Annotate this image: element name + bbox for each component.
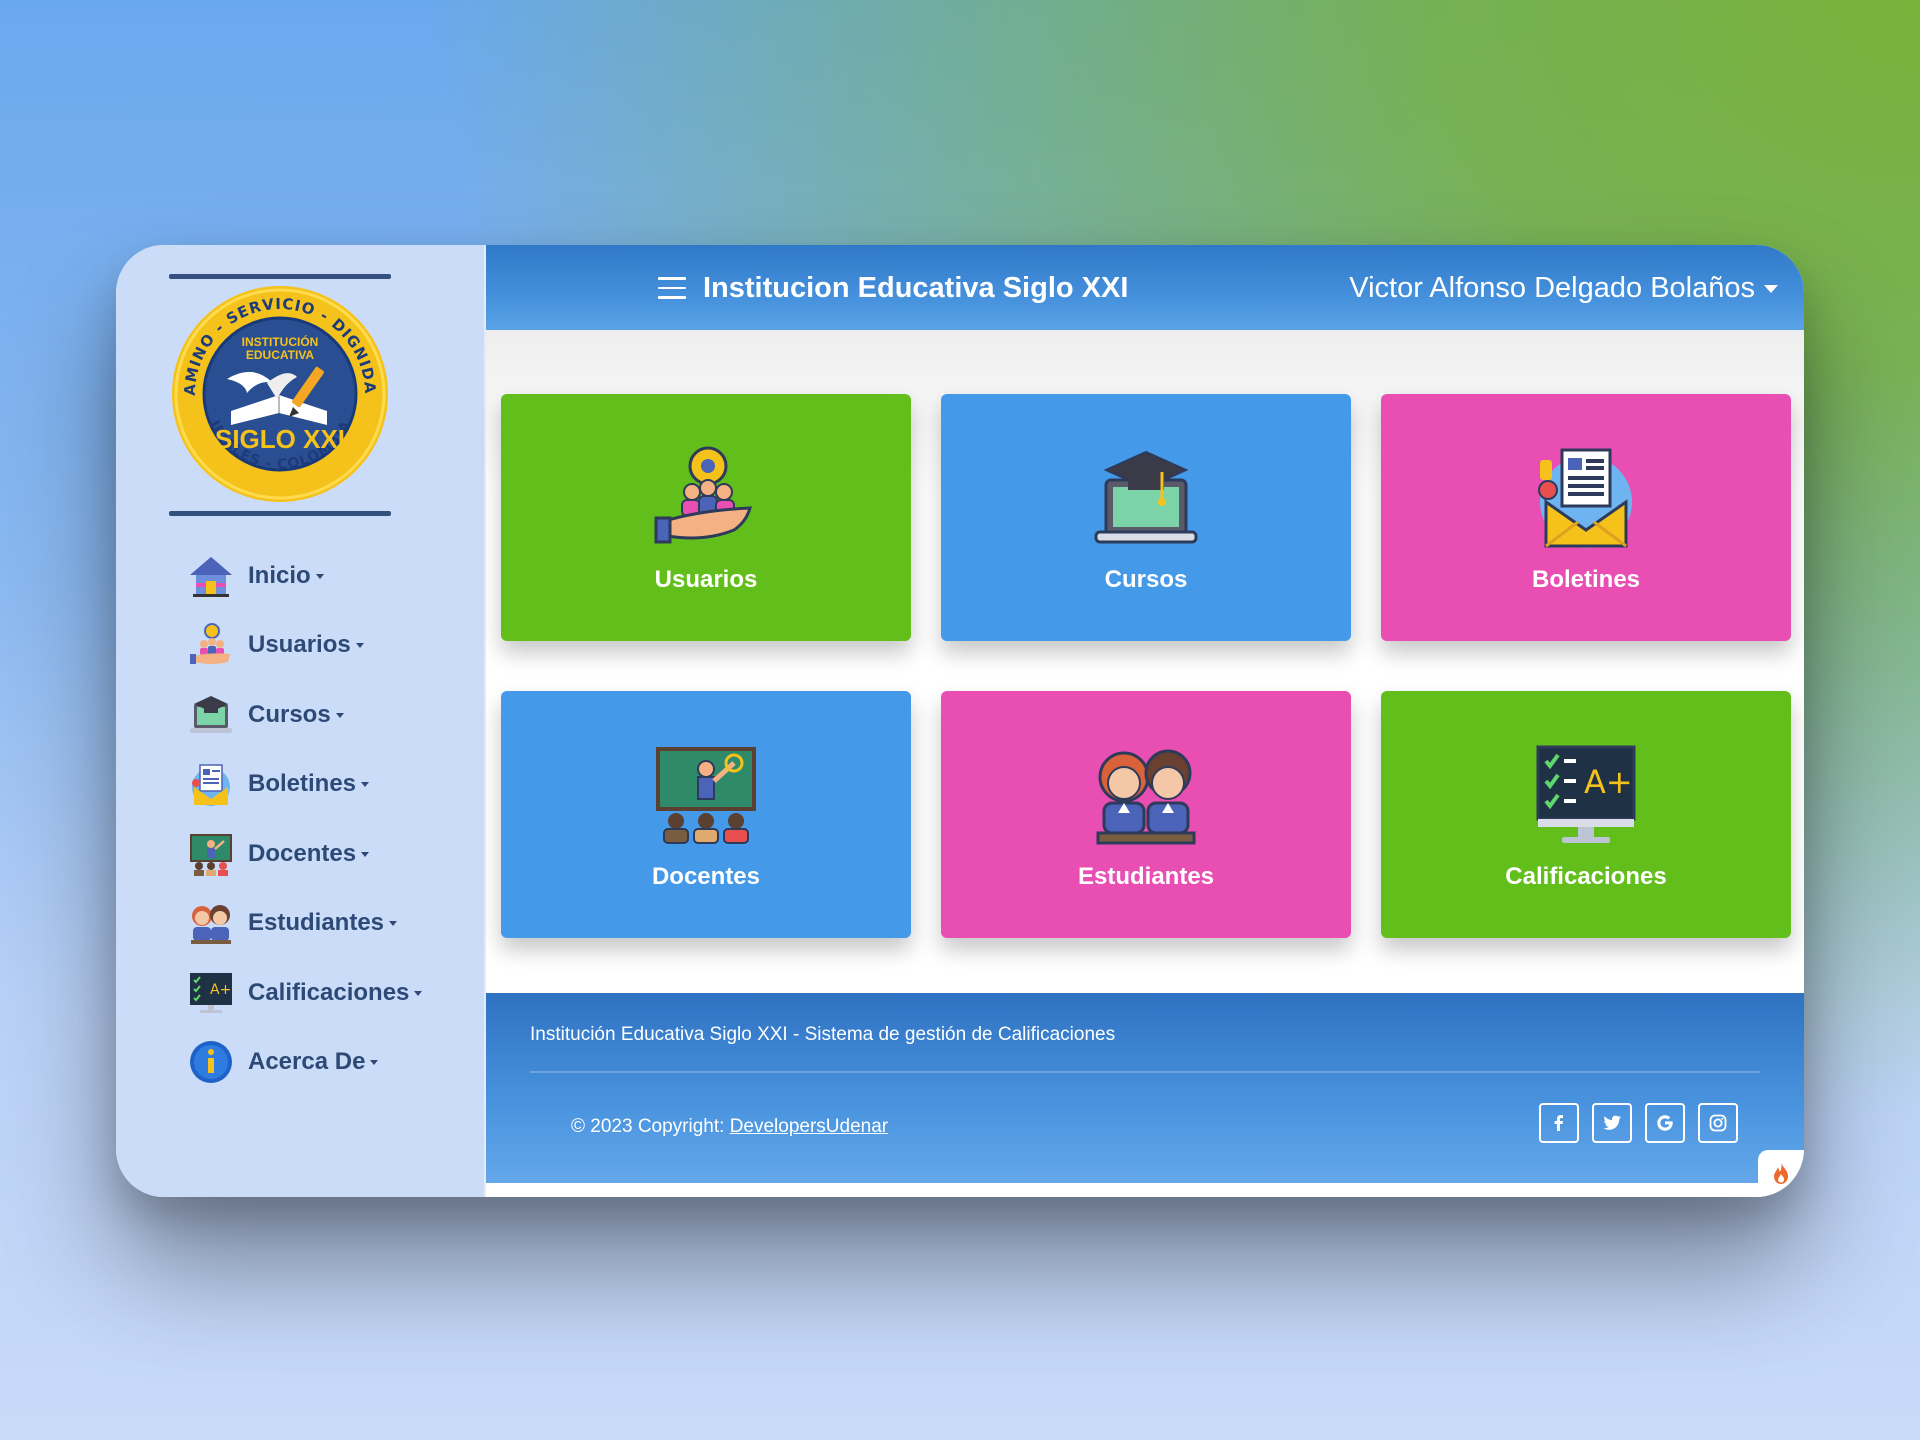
svg-text:A+: A+ (1584, 763, 1633, 801)
sidebar-item-label: Estudiantes (248, 909, 398, 937)
tile-usuarios[interactable]: Usuarios (501, 394, 911, 641)
footer-description: Institución Educativa Siglo XXI - Sistem… (530, 1024, 1116, 1045)
info-icon (186, 1037, 236, 1087)
sidebar-item-boletines[interactable]: Boletines (186, 750, 422, 820)
grades-monitor-icon: A+ (1536, 745, 1636, 843)
sidebar-item-label: Usuarios (248, 631, 364, 659)
sidebar-item-docentes[interactable]: Docentes (186, 819, 422, 889)
sidebar-item-cursos[interactable]: Cursos (186, 680, 422, 750)
logo-block: CAMINO - SERVICIO - DIGNIDAD IPIALES - C… (169, 274, 391, 516)
divider (169, 274, 391, 279)
tile-estudiantes[interactable]: Estudiantes (941, 691, 1351, 938)
sidebar-nav: Inicio Usuarios Cursos Boletines Docente… (186, 541, 423, 1098)
laptop-graduation-cap-icon (1094, 450, 1198, 544)
tile-label: Estudiantes (1077, 863, 1215, 890)
divider (530, 1071, 1760, 1073)
social-links (1539, 1103, 1738, 1143)
chevron-down-icon (1764, 285, 1778, 294)
sidebar-item-calificaciones[interactable]: A+ Calificaciones (186, 958, 423, 1028)
page-title[interactable]: Institucion Educativa Siglo XXI (703, 272, 1128, 305)
teacher-board-icon (656, 747, 756, 844)
users-hand-icon (186, 620, 236, 670)
newsletter-envelope-icon (1538, 448, 1632, 548)
sidebar-item-label: Docentes (248, 840, 370, 868)
tile-label: Docentes (651, 863, 761, 890)
students-icon (186, 898, 236, 948)
app-window: CAMINO - SERVICIO - DIGNIDAD IPIALES - C… (116, 245, 1804, 1197)
top-navbar: Institucion Educativa Siglo XXI Victor A… (486, 245, 1804, 330)
divider (169, 511, 391, 516)
laptop-graduation-cap-icon (186, 690, 236, 740)
sidebar-item-estudiantes[interactable]: Estudiantes (186, 889, 422, 959)
tile-boletines[interactable]: Boletines (1381, 394, 1791, 641)
teacher-board-icon (186, 829, 236, 879)
twitter-icon[interactable] (1592, 1103, 1632, 1143)
sidebar-item-label: Cursos (248, 701, 344, 729)
users-hand-icon (654, 446, 753, 544)
sidebar-item-label: Inicio (248, 562, 324, 590)
house-icon (186, 551, 236, 601)
tile-label: Boletines (1531, 566, 1641, 593)
tile-label: Calificaciones (1505, 863, 1667, 890)
tile-cursos[interactable]: Cursos (941, 394, 1351, 641)
google-icon[interactable] (1645, 1103, 1685, 1143)
sidebar-item-acerca-de[interactable]: Acerca De (186, 1028, 422, 1098)
instagram-icon[interactable] (1698, 1103, 1738, 1143)
copyright-text: © 2023 Copyright: DevelopersUdenar (571, 1116, 889, 1137)
developers-link[interactable]: DevelopersUdenar (730, 1116, 888, 1137)
facebook-icon[interactable] (1539, 1103, 1579, 1143)
tile-label: Usuarios (654, 566, 758, 593)
hamburger-menu-icon[interactable] (658, 277, 686, 301)
sidebar-item-label: Calificaciones (248, 979, 423, 1007)
flame-icon[interactable] (1758, 1150, 1804, 1195)
svg-text:INSTITUCIÓN: INSTITUCIÓN (242, 334, 319, 349)
tile-docentes[interactable]: Docentes (501, 691, 911, 938)
grades-monitor-icon: A+ (186, 968, 236, 1018)
sidebar-item-usuarios[interactable]: Usuarios (186, 611, 422, 681)
sidebar-item-label: Acerca De (248, 1048, 379, 1076)
tile-calificaciones[interactable]: A+ Calificaciones (1381, 691, 1791, 938)
school-seal-logo[interactable]: CAMINO - SERVICIO - DIGNIDAD IPIALES - C… (169, 283, 391, 505)
newsletter-envelope-icon (186, 759, 236, 809)
svg-text:SIGLO XXI: SIGLO XXI (215, 424, 345, 454)
students-icon (1096, 749, 1196, 845)
sidebar: CAMINO - SERVICIO - DIGNIDAD IPIALES - C… (116, 245, 489, 1197)
tile-label: Cursos (1104, 566, 1188, 593)
user-menu-dropdown[interactable]: Victor Alfonso Delgado Bolaños (1349, 272, 1778, 305)
sidebar-item-label: Boletines (248, 770, 370, 798)
svg-text:A+: A+ (210, 982, 231, 998)
page-footer: Institución Educativa Siglo XXI - Sistem… (486, 993, 1804, 1183)
sidebar-item-inicio[interactable]: Inicio (186, 541, 422, 611)
svg-text:EDUCATIVA: EDUCATIVA (246, 348, 315, 362)
